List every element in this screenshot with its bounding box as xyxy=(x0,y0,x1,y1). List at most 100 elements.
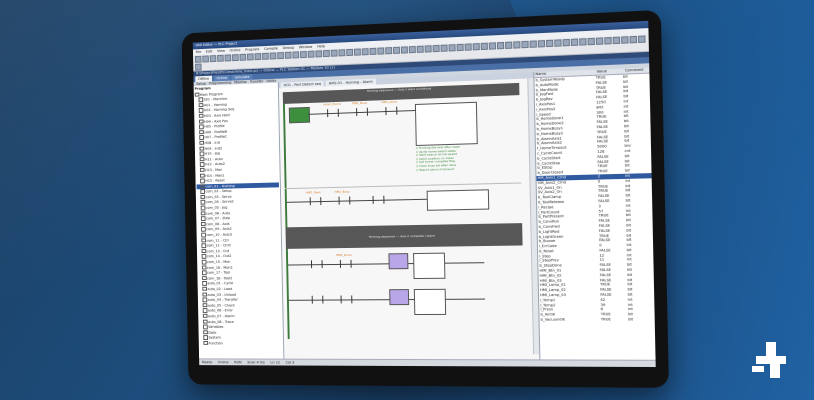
toolbar-button-icon[interactable] xyxy=(612,36,621,45)
contact[interactable] xyxy=(310,260,323,269)
toolbar-button-icon[interactable] xyxy=(488,42,497,50)
contact[interactable] xyxy=(339,259,352,268)
toolbar-button-icon[interactable] xyxy=(377,47,385,55)
output-block[interactable] xyxy=(414,101,478,146)
output-block[interactable] xyxy=(413,252,446,280)
menu-item-file[interactable]: File xyxy=(196,49,202,55)
toolbar-button-icon[interactable] xyxy=(587,37,595,46)
expand-toggle-icon[interactable] xyxy=(201,248,206,254)
toolbar-button-icon[interactable] xyxy=(424,45,432,53)
toolbar-button-icon[interactable] xyxy=(346,48,354,57)
contact[interactable] xyxy=(311,295,324,304)
expand-toggle-icon[interactable] xyxy=(202,308,207,313)
toolbar-button-icon[interactable] xyxy=(323,49,330,58)
toolbar-button-icon[interactable] xyxy=(369,47,377,56)
toolbar-button-icon[interactable] xyxy=(570,38,579,47)
column-header[interactable]: Comment xyxy=(624,67,650,73)
toolbar-button-icon[interactable] xyxy=(579,38,587,46)
menu-item-online[interactable]: Online xyxy=(230,47,241,53)
toolbar-button-icon[interactable] xyxy=(456,43,464,52)
ladder-editor[interactable]: HO1 - Part Detect seq HM2-01 - Homing - A… xyxy=(278,72,541,361)
toolbar-button-icon[interactable] xyxy=(637,35,646,44)
toolbar-button-icon[interactable] xyxy=(529,40,537,48)
expand-toggle-icon[interactable] xyxy=(199,129,204,135)
expand-toggle-icon[interactable] xyxy=(199,167,205,173)
toolbar-button-icon[interactable] xyxy=(621,36,629,44)
contact[interactable] xyxy=(372,195,385,204)
toolbar-button-icon[interactable] xyxy=(513,41,521,49)
tree-item[interactable]: Function xyxy=(200,340,283,346)
toolbar-button-icon[interactable] xyxy=(472,43,480,51)
expand-toggle-icon[interactable] xyxy=(194,92,199,97)
toolbar-button-icon[interactable] xyxy=(432,44,440,53)
expand-toggle-icon[interactable] xyxy=(198,108,203,113)
toolbar-button-icon[interactable] xyxy=(521,40,529,49)
expand-toggle-icon[interactable] xyxy=(199,151,204,157)
output-block[interactable] xyxy=(426,189,490,211)
expand-toggle-icon[interactable] xyxy=(199,146,204,151)
toolbar-button-icon[interactable] xyxy=(505,41,513,49)
toolbar-button-icon[interactable] xyxy=(269,52,277,60)
toolbar-button-icon[interactable] xyxy=(194,55,202,63)
expand-toggle-icon[interactable] xyxy=(200,205,205,211)
menu-item-debug[interactable]: Debug xyxy=(283,45,294,51)
contact[interactable] xyxy=(356,107,368,117)
expand-toggle-icon[interactable] xyxy=(202,281,207,286)
expand-toggle-icon[interactable] xyxy=(200,189,205,194)
function-block[interactable] xyxy=(388,253,409,270)
menu-item-compile[interactable]: Compile xyxy=(264,45,278,52)
expand-toggle-icon[interactable] xyxy=(201,270,207,275)
toolbar-button-icon[interactable] xyxy=(595,37,604,45)
expand-toggle-icon[interactable] xyxy=(202,275,207,281)
toolbar-button-icon[interactable] xyxy=(353,48,361,56)
editor-tab[interactable]: HO1 - Part Detect seq xyxy=(280,80,324,89)
toolbar-button-icon[interactable] xyxy=(330,49,338,57)
expand-toggle-icon[interactable] xyxy=(198,102,203,108)
toolbar-button-icon[interactable] xyxy=(224,54,232,62)
expand-toggle-icon[interactable] xyxy=(199,124,204,130)
function-block[interactable] xyxy=(389,289,410,306)
expand-toggle-icon[interactable] xyxy=(201,243,206,248)
expand-toggle-icon[interactable] xyxy=(201,238,206,243)
expand-toggle-icon[interactable] xyxy=(200,221,206,227)
toolbar-button-icon[interactable] xyxy=(315,50,323,58)
expand-toggle-icon[interactable] xyxy=(201,265,207,270)
toolbar-button-icon[interactable] xyxy=(217,54,224,62)
expand-toggle-icon[interactable] xyxy=(200,200,205,205)
contact[interactable] xyxy=(340,295,353,304)
toolbar-button-icon[interactable] xyxy=(202,55,209,63)
toolbar-button-icon[interactable] xyxy=(247,53,254,61)
expand-toggle-icon[interactable] xyxy=(202,319,208,324)
expand-toggle-icon[interactable] xyxy=(203,330,208,335)
toolbar-button-icon[interactable] xyxy=(292,51,300,59)
toolbar-button-icon[interactable] xyxy=(480,42,488,51)
expand-toggle-icon[interactable] xyxy=(203,324,208,330)
expand-toggle-icon[interactable] xyxy=(202,297,207,302)
expand-toggle-icon[interactable] xyxy=(199,156,204,162)
menu-item-help[interactable]: Help xyxy=(317,43,325,49)
expand-toggle-icon[interactable] xyxy=(198,119,204,124)
expand-toggle-icon[interactable] xyxy=(200,194,205,200)
expand-toggle-icon[interactable] xyxy=(202,286,207,292)
toolbar-button-icon[interactable] xyxy=(209,55,217,63)
expand-toggle-icon[interactable] xyxy=(202,303,207,308)
expand-toggle-icon[interactable] xyxy=(200,178,205,184)
toolbar-button-icon[interactable] xyxy=(496,41,505,50)
contact[interactable] xyxy=(327,108,339,118)
toolbar-button-icon[interactable] xyxy=(300,50,307,59)
expand-toggle-icon[interactable] xyxy=(199,135,204,140)
toolbar-button-icon[interactable] xyxy=(408,45,416,54)
menu-item-program[interactable]: Program xyxy=(245,46,259,53)
toolbar-button-icon[interactable] xyxy=(554,39,562,47)
expand-toggle-icon[interactable] xyxy=(199,162,205,167)
expand-toggle-icon[interactable] xyxy=(202,313,208,319)
expand-toggle-icon[interactable] xyxy=(201,259,207,265)
toolbar-button-icon[interactable] xyxy=(562,38,570,47)
expand-toggle-icon[interactable] xyxy=(200,173,205,178)
expand-toggle-icon[interactable] xyxy=(203,340,208,346)
expand-toggle-icon[interactable] xyxy=(198,113,204,119)
contact[interactable] xyxy=(309,197,322,206)
toolbar-button-icon[interactable] xyxy=(400,46,408,54)
toolbar-button-icon[interactable] xyxy=(254,53,262,61)
toolbar-button-icon[interactable] xyxy=(464,43,472,51)
